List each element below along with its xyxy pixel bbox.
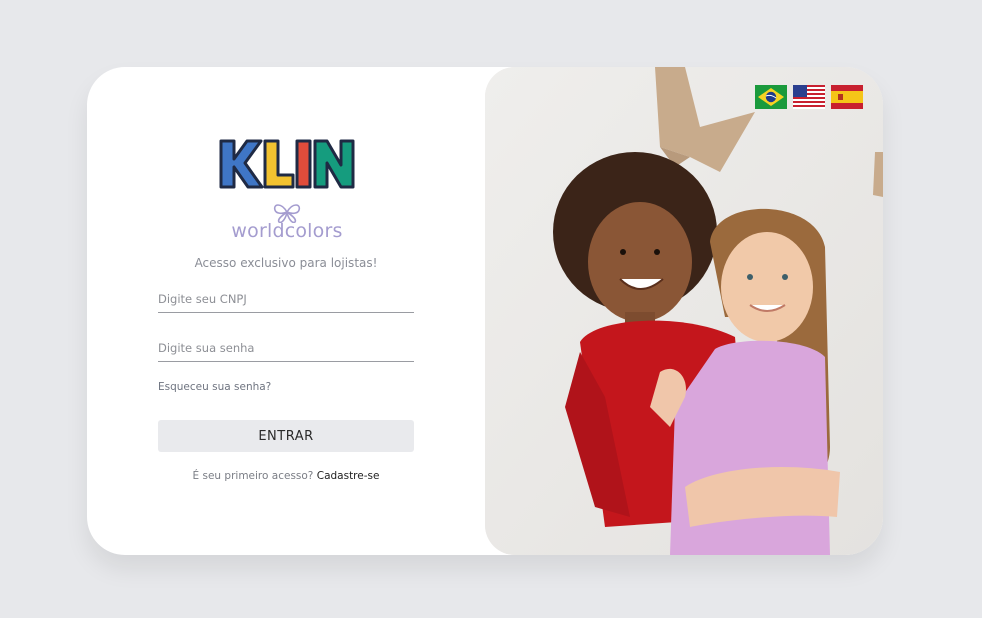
signup-link[interactable]: Cadastre-se	[317, 470, 380, 482]
spain-flag-icon[interactable]	[831, 85, 863, 109]
tagline: Acesso exclusivo para lojistas!	[194, 256, 378, 270]
first-access-text: É seu primeiro acesso? Cadastre-se	[87, 470, 485, 482]
kids-photo-illustration	[485, 67, 883, 555]
login-button[interactable]: ENTRAR	[158, 420, 414, 452]
forgot-password-link[interactable]: Esqueceu sua senha?	[158, 381, 271, 393]
hero-photo	[485, 67, 883, 555]
first-access-label: É seu primeiro acesso?	[192, 470, 314, 482]
login-panel: worldcolors Acesso exclusivo para lojist…	[87, 67, 485, 555]
password-input[interactable]	[158, 334, 414, 362]
language-selector	[755, 85, 863, 109]
cnpj-input[interactable]	[158, 285, 414, 313]
worldcolors-wordmark: worldcolors	[231, 220, 343, 242]
brazil-flag-icon[interactable]	[755, 85, 787, 109]
usa-flag-icon[interactable]	[793, 85, 825, 109]
worldcolors-logo: worldcolors	[202, 201, 372, 243]
klin-logo	[219, 139, 355, 189]
login-card: worldcolors Acesso exclusivo para lojist…	[87, 67, 883, 555]
